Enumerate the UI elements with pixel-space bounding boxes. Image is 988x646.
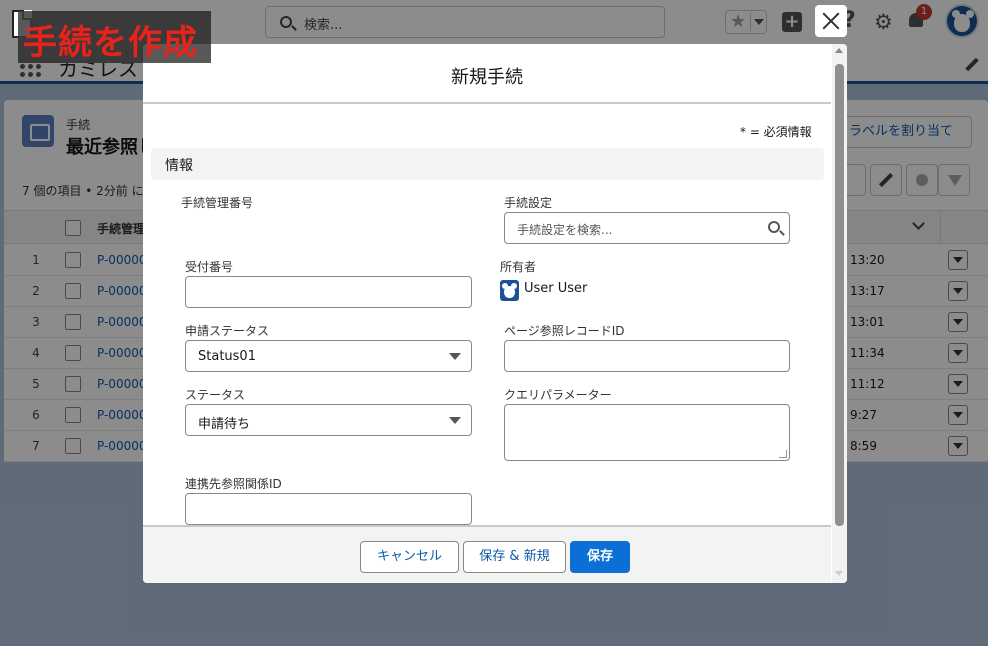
- reception-number-input[interactable]: [185, 276, 472, 308]
- annotation-banner: 手続を作成: [18, 11, 211, 63]
- section-title: 情報: [165, 158, 193, 174]
- owner-avatar: [500, 280, 519, 301]
- owner-name: User User: [524, 281, 588, 296]
- linked-relation-id-input[interactable]: [185, 493, 472, 525]
- status-value: 申請待ち: [198, 417, 251, 432]
- scrollbar-thumb[interactable]: [835, 64, 844, 526]
- save-and-new-button[interactable]: 保存 & 新規: [463, 541, 566, 573]
- page-record-id-label: ページ参照レコードID: [504, 324, 625, 338]
- management-number-label: 手続管理番号: [181, 196, 254, 210]
- status-label: ステータス: [185, 388, 246, 402]
- close-icon[interactable]: [815, 5, 847, 37]
- query-param-label: クエリパラメーター: [504, 388, 612, 402]
- new-procedure-modal: 新規手続 * = 必須情報 情報 手続管理番号 受付番号 申請ステータス Sta…: [143, 44, 847, 583]
- scroll-down-arrow[interactable]: [835, 571, 843, 576]
- scroll-up-arrow[interactable]: [835, 48, 843, 53]
- reception-number-label: 受付番号: [185, 260, 234, 274]
- status-select[interactable]: 申請待ち: [185, 404, 472, 436]
- settings-lookup-input[interactable]: 手続設定を検索...: [504, 212, 790, 244]
- annotation-banner-text: 手続を作成: [23, 23, 198, 63]
- settings-placeholder: 手続設定を検索...: [517, 223, 613, 237]
- linked-relation-id-label: 連携先参照関係ID: [185, 477, 282, 491]
- application-status-value: Status01: [198, 349, 256, 364]
- page-record-id-input[interactable]: [504, 340, 790, 372]
- modal-header: 新規手続: [143, 44, 831, 104]
- settings-label: 手続設定: [504, 196, 553, 210]
- modal-footer: キャンセル 保存 & 新規 保存: [143, 525, 831, 583]
- cancel-button[interactable]: キャンセル: [360, 541, 459, 573]
- required-info-note: * = 必須情報: [740, 125, 812, 139]
- resize-handle-icon[interactable]: [779, 450, 787, 458]
- save-button[interactable]: 保存: [570, 541, 630, 573]
- caret-down-icon: [449, 353, 461, 360]
- caret-down-icon: [449, 417, 461, 424]
- section-header-info[interactable]: 情報: [151, 148, 824, 180]
- application-status-select[interactable]: Status01: [185, 340, 472, 372]
- owner-label: 所有者: [500, 260, 537, 274]
- modal-title: 新規手続: [451, 67, 523, 88]
- query-param-textarea[interactable]: [504, 404, 790, 461]
- application-status-label: 申請ステータス: [185, 324, 270, 338]
- search-icon: [768, 221, 780, 233]
